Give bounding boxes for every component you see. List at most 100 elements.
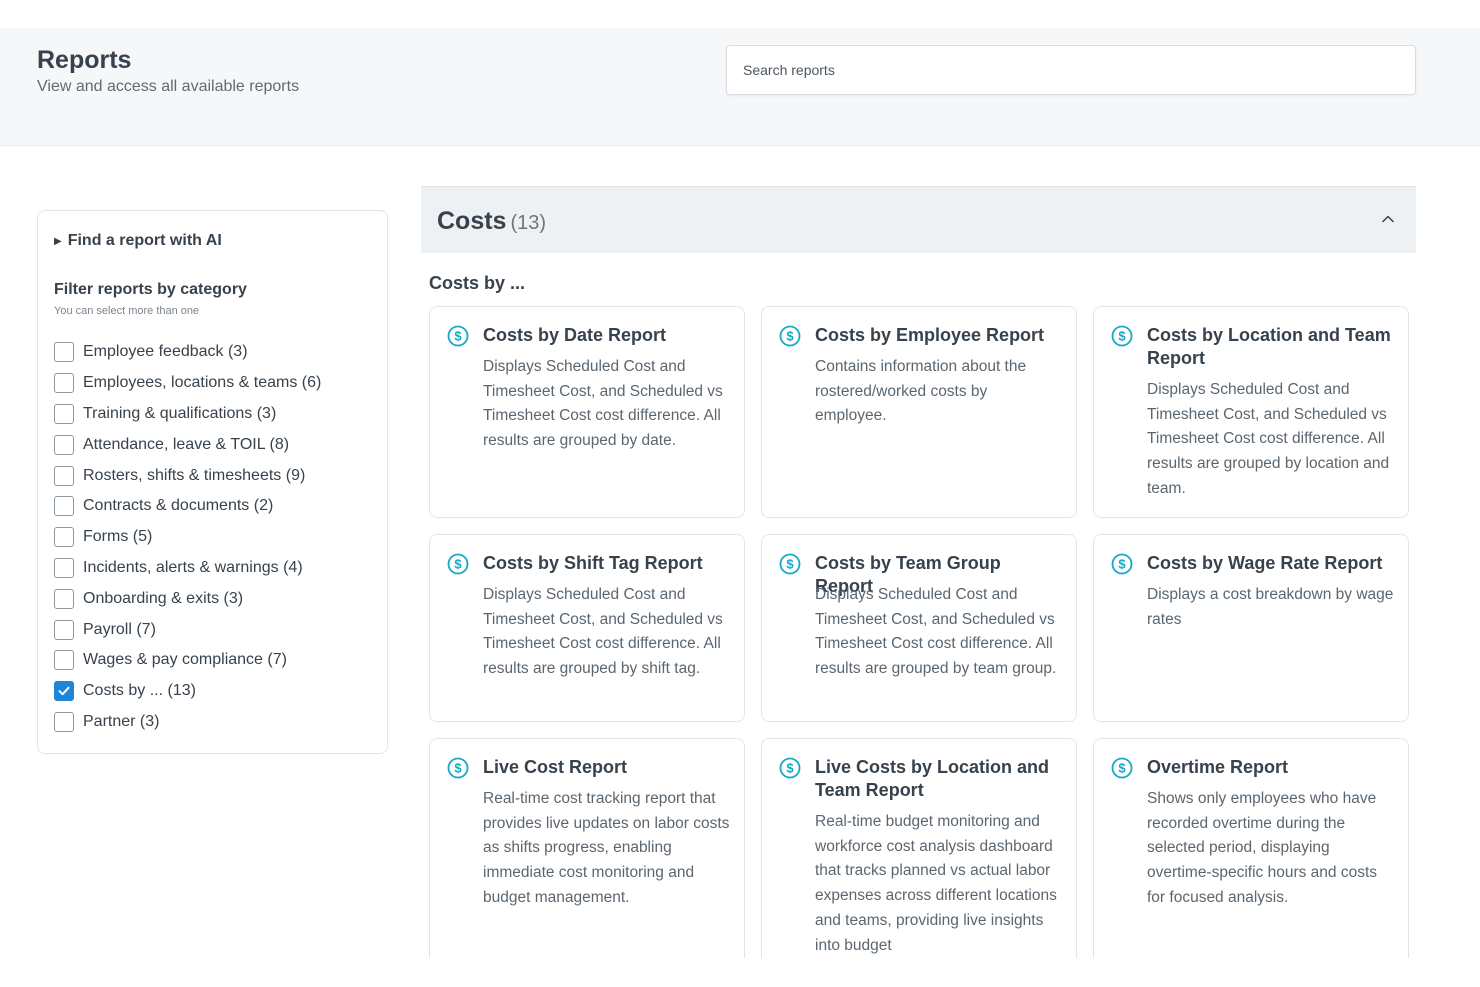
category-label: Training & qualifications (3) [83, 404, 277, 422]
svg-text:$: $ [1118, 329, 1126, 344]
report-card[interactable]: $ Overtime Report Shows only employees who… [1093, 738, 1409, 958]
section-header-costs[interactable]: Costs (13) [421, 186, 1416, 253]
category-label: Attendance, leave & TOIL (8) [83, 435, 290, 453]
svg-text:$: $ [786, 329, 794, 344]
category-filter-item[interactable]: Onboarding & exits (3) [54, 583, 321, 614]
dollar-circle-icon: $ [779, 325, 801, 347]
report-description: Displays Scheduled Cost and Timesheet Co… [483, 358, 723, 450]
report-title: Live Costs by Location and Team Report [815, 757, 1050, 800]
checkbox[interactable] [54, 557, 74, 578]
checkbox[interactable] [54, 465, 74, 486]
checkbox[interactable] [54, 403, 74, 424]
svg-text:$: $ [454, 329, 462, 344]
report-title: Costs by Location and Team Report [1147, 325, 1391, 368]
svg-text:$: $ [1118, 761, 1126, 776]
report-title: Overtime Report [1147, 757, 1289, 777]
report-card[interactable]: $ Live Cost Report Real-time cost tracking… [429, 738, 745, 958]
category-filter-item[interactable]: Employees, locations & teams (6) [54, 368, 321, 399]
checkbox-checked[interactable] [54, 681, 74, 702]
category-label: Contracts & documents (2) [83, 497, 274, 515]
category-label: Incidents, alerts & warnings (4) [83, 558, 303, 576]
subsection-title: Costs by ... [429, 273, 526, 293]
dollar-circle-icon: $ [447, 757, 469, 779]
chevron-up-icon[interactable] [1380, 211, 1396, 227]
section-title: Costs (13) [437, 207, 546, 236]
report-card[interactable]: $ Costs by Date Report Displays Scheduled … [429, 306, 745, 518]
ai-toggle-label: Find a report with AI [67, 232, 222, 249]
category-filter-item[interactable]: Partner (3) [54, 707, 321, 738]
dollar-circle-icon: $ [1111, 553, 1133, 575]
category-filter-item[interactable]: Forms (5) [54, 522, 321, 553]
dollar-circle-icon: $ [1111, 757, 1133, 779]
checkbox[interactable] [54, 527, 74, 548]
filter-title: Filter reports by category [54, 281, 247, 298]
report-card[interactable]: $ Costs by Employee Report Contains inform… [761, 306, 1077, 518]
category-filter-item[interactable]: Wages & pay compliance (7) [54, 645, 321, 676]
svg-text:$: $ [786, 761, 794, 776]
report-description: Displays Scheduled Cost and Timesheet Co… [815, 586, 1057, 678]
report-card[interactable]: $ Costs by Location and Team Report Displa… [1093, 306, 1409, 518]
report-description: Displays Scheduled Cost and Timesheet Co… [1147, 381, 1390, 497]
checkbox[interactable] [54, 342, 74, 363]
dollar-circle-icon: $ [1111, 325, 1133, 347]
svg-text:$: $ [454, 557, 462, 572]
report-description: Shows only employees who have recorded o… [1147, 790, 1378, 906]
dollar-circle-icon: $ [447, 553, 469, 575]
svg-text:$: $ [1118, 557, 1126, 572]
filter-sidebar: ▶ Find a report with AI Filter reports b… [37, 210, 388, 754]
checkbox[interactable] [54, 711, 74, 732]
report-description: Displays a cost breakdown by wage rates [1147, 586, 1394, 628]
category-label: Forms (5) [83, 528, 153, 546]
dollar-circle-icon: $ [779, 757, 801, 779]
section-title-text: Costs [437, 207, 507, 235]
report-card[interactable]: $ Costs by Wage Rate Report Displays a cos… [1093, 534, 1409, 722]
category-filter-item[interactable]: Training & qualifications (3) [54, 399, 321, 430]
category-filter-list: Employee feedback (3) Employees, location… [54, 337, 321, 737]
report-description: Real-time cost tracking report that prov… [483, 790, 730, 906]
page-header: Reports View and access all available re… [0, 28, 1480, 146]
checkmark-icon [58, 686, 70, 696]
checkbox[interactable] [54, 496, 74, 517]
category-filter-item[interactable]: Payroll (7) [54, 614, 321, 645]
category-filter-item[interactable]: Rosters, shifts & timesheets (9) [54, 460, 321, 491]
category-filter-item[interactable]: Incidents, alerts & warnings (4) [54, 553, 321, 584]
category-label: Partner (3) [83, 712, 160, 730]
section-count: (13) [510, 212, 547, 234]
checkbox[interactable] [54, 619, 74, 640]
find-report-ai-toggle[interactable]: ▶ Find a report with AI [54, 232, 222, 250]
page-title: Reports [37, 46, 132, 74]
category-label: Rosters, shifts & timesheets (9) [83, 466, 306, 484]
checkbox[interactable] [54, 588, 74, 609]
category-filter-item[interactable]: Contracts & documents (2) [54, 491, 321, 522]
dollar-circle-icon: $ [447, 325, 469, 347]
checkbox[interactable] [54, 434, 74, 455]
category-label: Employees, locations & teams (6) [83, 374, 322, 392]
category-filter-item[interactable]: Attendance, leave & TOIL (8) [54, 429, 321, 460]
checkbox[interactable] [54, 373, 74, 394]
report-description: Displays Scheduled Cost and Timesheet Co… [483, 586, 723, 678]
checkbox[interactable] [54, 650, 74, 671]
filter-hint: You can select more than one [54, 305, 200, 317]
report-title: Costs by Shift Tag Report [483, 553, 703, 573]
report-title: Live Cost Report [483, 757, 628, 777]
report-title: Costs by Wage Rate Report [1147, 553, 1383, 573]
category-label: Payroll (7) [83, 620, 156, 638]
category-label: Wages & pay compliance (7) [83, 651, 287, 669]
report-title: Costs by Employee Report [815, 325, 1045, 345]
category-label: Costs by ... (13) [83, 682, 196, 700]
search-input[interactable] [726, 45, 1416, 95]
report-title: Costs by Date Report [483, 325, 667, 345]
category-filter-item[interactable]: Employee feedback (3) [54, 337, 321, 368]
page-subtitle: View and access all available reports [37, 78, 300, 95]
svg-text:$: $ [454, 761, 462, 776]
report-description: Contains information about the rostered/… [815, 358, 1027, 425]
report-card[interactable]: $ Live Costs by Location and Team Report R… [761, 738, 1077, 958]
dollar-circle-icon: $ [779, 553, 801, 575]
report-card[interactable]: $ Costs by Shift Tag Report Displays Sched… [429, 534, 745, 722]
category-filter-item[interactable]: Costs by ... (13) [54, 676, 321, 707]
svg-text:$: $ [786, 557, 794, 572]
disclosure-triangle-icon: ▶ [54, 235, 62, 247]
category-label: Onboarding & exits (3) [83, 589, 244, 607]
report-card[interactable]: $ Costs by Team Group Report Displays Sche… [761, 534, 1077, 722]
report-description: Real-time budget monitoring and workforc… [815, 813, 1057, 954]
